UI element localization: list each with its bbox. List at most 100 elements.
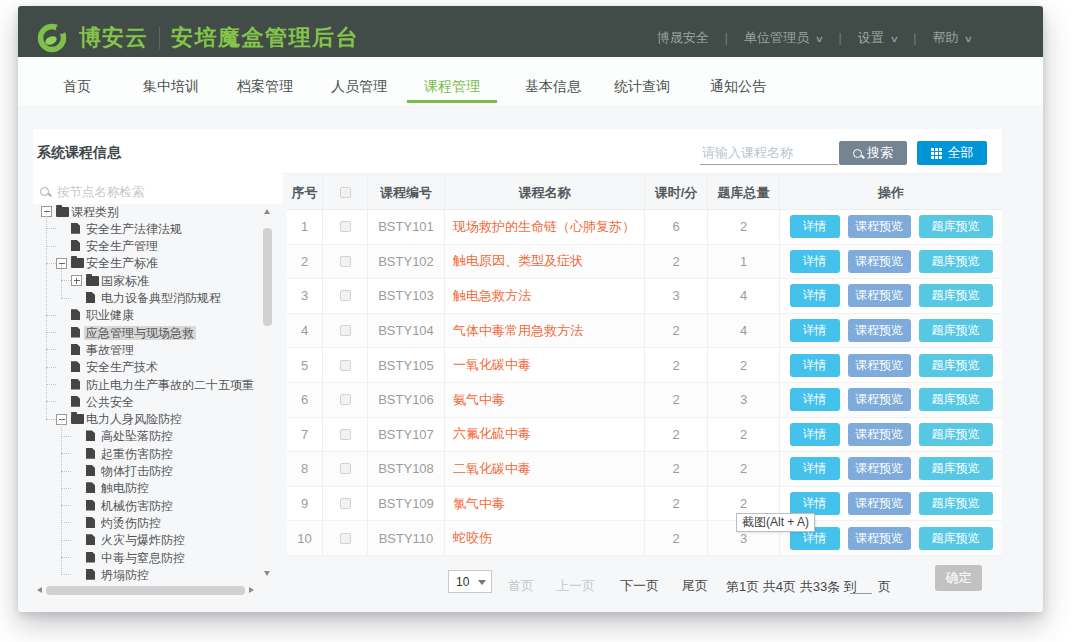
tree-node-label[interactable]: 高处坠落防控 [99,429,175,443]
course-preview-button[interactable]: 课程预览 [848,319,911,342]
tree-node-label[interactable]: 灼烫伤防控 [99,516,163,530]
detail-button[interactable]: 详情 [790,492,840,515]
tree-node-label[interactable]: 国家标准 [99,274,151,288]
scroll-up-icon[interactable] [264,209,270,214]
tree-node[interactable]: 中毒与窒息防控 [33,549,280,566]
tree-node[interactable]: 火灾与爆炸防控 [33,532,280,549]
row-checkbox[interactable] [340,325,351,336]
tree-node[interactable]: 课程类别 [33,203,280,220]
tree-node[interactable]: 职业健康 [33,307,280,324]
settings-menu[interactable]: 设置∨ [858,29,898,47]
tree-node[interactable]: 事故管理 [33,341,280,358]
tree-node-label[interactable]: 电力设备典型消防规程 [99,291,223,305]
all-button[interactable]: 全部 [917,141,987,165]
nav-tab-1[interactable]: 首页 [50,79,104,93]
tree-node-label[interactable]: 安全生产技术 [84,360,160,374]
nav-tab-2[interactable]: 集中培训 [129,79,213,93]
tree-node[interactable]: 灼烫伤防控 [33,514,280,531]
page-size-select[interactable]: 10 [448,570,492,593]
tree-node[interactable]: 电力人身风险防控 [33,411,280,428]
nav-tab-8[interactable]: 通知公告 [696,79,780,93]
nav-tab-3[interactable]: 档案管理 [223,79,307,93]
row-checkbox[interactable] [340,498,351,509]
course-preview-button[interactable]: 课程预览 [848,527,911,550]
bank-preview-button[interactable]: 题库预览 [919,527,993,550]
scroll-right-icon[interactable] [249,587,254,593]
tree-node-label[interactable]: 事故管理 [84,343,136,357]
tree-node[interactable]: 坍塌防控 [33,566,280,583]
detail-button[interactable]: 详情 [790,354,840,377]
tree-node[interactable]: 安全生产法律法规 [33,220,280,237]
role-menu[interactable]: 单位管理员∨ [744,29,823,47]
bank-preview-button[interactable]: 题库预览 [919,388,993,411]
tree-node-label[interactable]: 中毒与窒息防控 [99,551,187,565]
bank-preview-button[interactable]: 题库预览 [919,284,993,307]
course-preview-button[interactable]: 课程预览 [848,250,911,273]
course-search-input[interactable] [700,140,838,165]
help-menu[interactable]: 帮助∨ [932,29,972,47]
tree-node[interactable]: 防止电力生产事故的二十五项重 [33,376,280,393]
course-preview-button[interactable]: 课程预览 [848,284,911,307]
tree-node-label[interactable]: 起重伤害防控 [99,447,175,461]
scroll-down-icon[interactable] [264,571,270,576]
row-checkbox[interactable] [340,463,351,474]
detail-button[interactable]: 详情 [790,388,840,411]
confirm-button[interactable]: 确定 [935,565,982,591]
course-preview-button[interactable]: 课程预览 [848,215,911,238]
detail-button[interactable]: 详情 [790,250,840,273]
tree-node-label[interactable]: 物体打击防控 [99,464,175,478]
tree-node-label[interactable]: 职业健康 [84,308,136,322]
tree-hscroll-thumb[interactable] [46,586,245,595]
row-checkbox[interactable] [340,290,351,301]
select-all-checkbox[interactable] [340,187,351,198]
tree-node-label[interactable]: 安全生产法律法规 [84,222,184,236]
nav-tab-7[interactable]: 统计查询 [600,79,684,93]
row-checkbox[interactable] [340,533,351,544]
tree-node[interactable]: 触电防控 [33,480,280,497]
tree-node-label[interactable]: 应急管理与现场急救 [84,326,196,340]
tree-node-label[interactable]: 机械伤害防控 [99,499,175,513]
course-preview-button[interactable]: 课程预览 [848,354,911,377]
tree-horizontal-scrollbar[interactable] [33,585,258,596]
tree-node[interactable]: 物体打击防控 [33,463,280,480]
tree-node-label[interactable]: 防止电力生产事故的二十五项重 [84,378,256,392]
tree-node[interactable]: 起重伤害防控 [33,445,280,462]
pagination-prev[interactable]: 上一页 [556,578,595,593]
tree-node-label[interactable]: 课程类别 [69,205,121,219]
row-checkbox[interactable] [340,360,351,371]
tree-node[interactable]: 机械伤害防控 [33,497,280,514]
bank-preview-button[interactable]: 题库预览 [919,354,993,377]
bank-preview-button[interactable]: 题库预览 [919,423,993,446]
goto-page-input[interactable] [850,578,872,594]
course-preview-button[interactable]: 课程预览 [848,388,911,411]
course-preview-button[interactable]: 课程预览 [848,423,911,446]
tree-vscroll-thumb[interactable] [263,228,272,326]
tree-node[interactable]: 国家标准 [33,272,280,289]
tree-node-label[interactable]: 电力人身风险防控 [84,412,184,426]
tree-node[interactable]: 公共安全 [33,393,280,410]
detail-button[interactable]: 详情 [790,423,840,446]
bank-preview-button[interactable]: 题库预览 [919,319,993,342]
tree-node[interactable]: 高处坠落防控 [33,428,280,445]
tree-node-label[interactable]: 安全生产管理 [84,239,160,253]
tree-node-label[interactable]: 坍塌防控 [99,568,151,582]
course-preview-button[interactable]: 课程预览 [848,457,911,480]
detail-button[interactable]: 详情 [790,284,840,307]
tree-node-label[interactable]: 公共安全 [84,395,136,409]
row-checkbox[interactable] [340,256,351,267]
nav-tab-5[interactable]: 课程管理 [410,79,494,93]
tree-node-label[interactable]: 触电防控 [99,481,151,495]
course-preview-button[interactable]: 课程预览 [848,492,911,515]
nav-tab-6[interactable]: 基本信息 [511,79,595,93]
tree-node[interactable]: 电力设备典型消防规程 [33,290,280,307]
row-checkbox[interactable] [340,221,351,232]
tree-search-input[interactable]: 按节点名称检索 [57,185,145,200]
tree-node[interactable]: 安全生产技术 [33,359,280,376]
tree-node[interactable]: 安全生产管理 [33,238,280,255]
tree-vertical-scrollbar[interactable] [262,205,273,580]
tree-node[interactable]: 安全生产标准 [33,255,280,272]
row-checkbox[interactable] [340,394,351,405]
tree-node[interactable]: 应急管理与现场急救 [33,324,280,341]
company-name[interactable]: 博晟安全 [657,29,709,47]
pagination-next[interactable]: 下一页 [620,578,659,593]
